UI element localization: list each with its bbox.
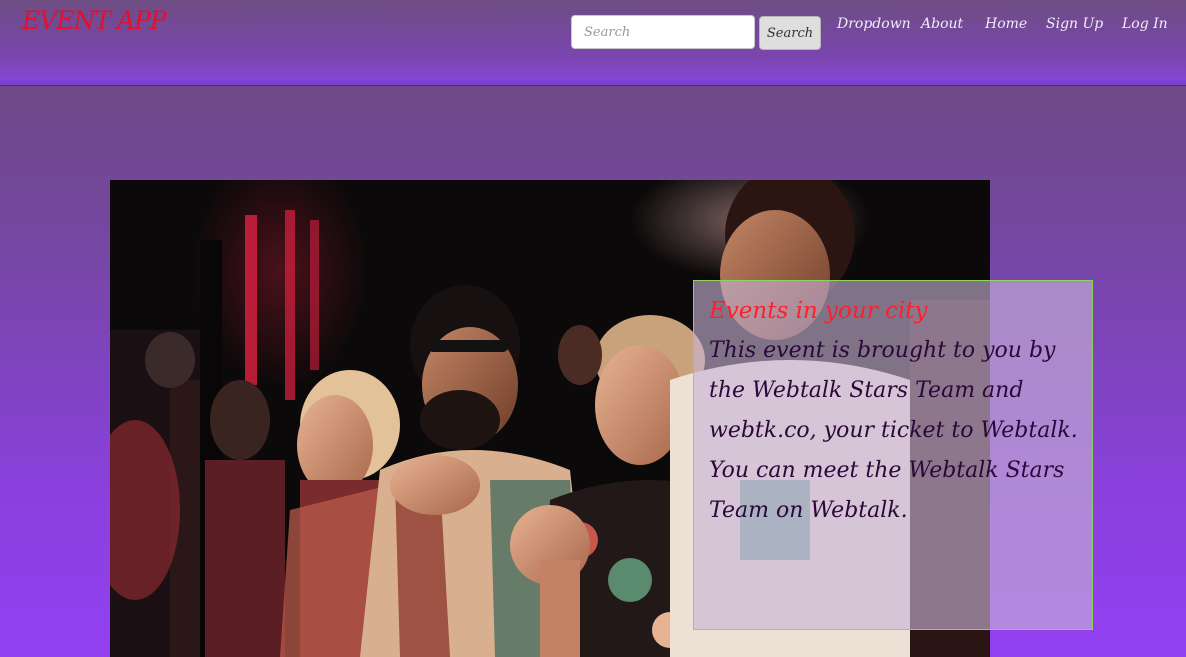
search-input[interactable] [571, 15, 755, 49]
navbar: EVENT APP Search Dropdown About Home Sig… [0, 0, 1186, 80]
nav-dropdown[interactable]: Dropdown [837, 14, 911, 34]
caption-title: Events in your city [709, 298, 928, 324]
nav-home[interactable]: Home [985, 14, 1027, 34]
nav-about[interactable]: About [921, 14, 963, 34]
search-button[interactable]: Search [759, 16, 821, 50]
caption-body: This event is brought to you by the Webt… [709, 338, 1078, 523]
navbar-divider [0, 80, 1186, 86]
hero-caption-card: Events in your city This event is brough… [693, 280, 1093, 630]
brand-logo[interactable]: EVENT APP [22, 4, 167, 38]
nav-log-in[interactable]: Log In [1122, 14, 1168, 34]
nav-sign-up[interactable]: Sign Up [1046, 14, 1103, 34]
